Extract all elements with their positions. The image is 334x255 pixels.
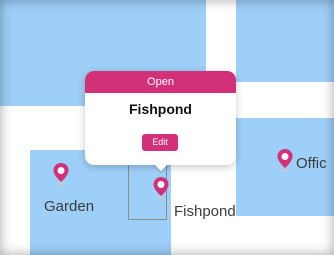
- fishpond-label: Fishpond: [174, 203, 236, 220]
- garden-label: Garden: [44, 198, 95, 215]
- popup-header: Open: [85, 71, 236, 93]
- fishpond-pin-icon[interactable]: [152, 176, 170, 200]
- garden-pin-icon[interactable]: [52, 162, 70, 186]
- room-top-right[interactable]: [236, 0, 334, 82]
- corridor-right: [236, 82, 334, 118]
- room-top-middle[interactable]: [84, 0, 206, 74]
- location-popup: Open Fishpond Edit: [85, 71, 236, 171]
- popup-pointer: [153, 163, 169, 171]
- popup-title: Fishpond: [129, 101, 192, 117]
- edit-button[interactable]: Edit: [142, 134, 178, 151]
- office-pin-icon[interactable]: [276, 148, 294, 172]
- office-label: Offic: [296, 155, 327, 172]
- corridor-left: [0, 138, 30, 255]
